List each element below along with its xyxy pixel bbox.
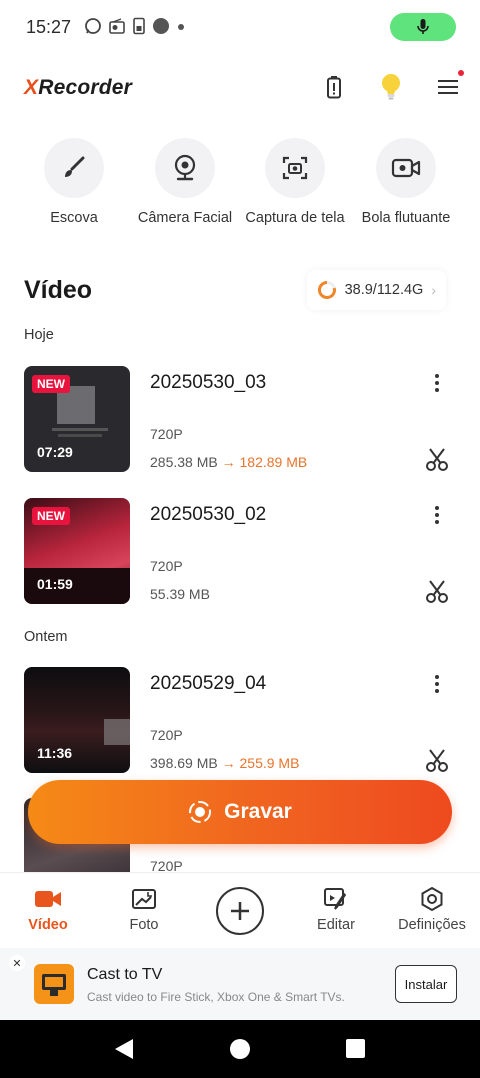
video-name: 20250530_02 (150, 504, 267, 525)
video-duration: 07:29 (37, 444, 73, 460)
edit-icon (324, 888, 347, 910)
battery-optimize-button[interactable] (320, 72, 348, 102)
new-badge: NEW (32, 375, 70, 393)
video-item[interactable]: NEW 07:29 20250530_03 720P 285.38 MB → 1… (0, 366, 480, 472)
storage-ring-icon (317, 280, 336, 299)
nav-edit[interactable]: Editar (288, 885, 384, 933)
status-icons (84, 17, 186, 35)
tool-brush[interactable]: Escova (14, 138, 134, 226)
battery-alert-icon (327, 76, 341, 99)
tool-label: Câmera Facial (137, 210, 233, 226)
scissors-icon[interactable] (424, 446, 450, 472)
storage-text: 38.9/112.4G (344, 282, 424, 298)
menu-button[interactable] (434, 70, 464, 102)
floating-ball-icon (391, 158, 421, 178)
settings-icon (421, 886, 443, 912)
lightbulb-icon (382, 74, 400, 100)
video-name: 20250530_03 (150, 372, 267, 393)
plus-icon (231, 902, 249, 920)
video-camera-icon (35, 891, 61, 907)
video-duration: 11:36 (37, 745, 73, 761)
scissors-icon[interactable] (424, 578, 450, 604)
microphone-icon (417, 19, 429, 34)
app-logo: XRecorder (24, 76, 133, 99)
home-icon[interactable] (229, 1038, 251, 1060)
video-duration: 01:59 (37, 576, 73, 592)
storage-indicator[interactable]: 38.9/112.4G › (306, 270, 446, 310)
hamburger-menu-icon (438, 80, 458, 94)
tool-floating-ball[interactable]: Bola flutuante (346, 138, 466, 226)
nav-settings[interactable]: Definições (384, 885, 480, 933)
circle-icon (153, 18, 169, 34)
record-label: Gravar (224, 800, 292, 823)
tips-button[interactable] (377, 72, 405, 102)
webcam-icon (174, 154, 196, 181)
video-size: 55.39 MB (150, 586, 210, 602)
arrow-icon: → (221, 454, 236, 470)
new-badge: NEW (32, 507, 70, 525)
video-resolution: 720P (150, 558, 183, 574)
video-size: 398.69 MB → 255.9 MB (150, 755, 300, 771)
radio-icon (109, 18, 125, 34)
video-thumbnail[interactable]: 11:36 (24, 667, 130, 773)
video-size: 285.38 MB → 182.89 MB (150, 454, 308, 470)
ad-close-button[interactable]: ✕ (9, 955, 25, 971)
nav-label: Definições (398, 917, 466, 933)
arrow-icon: → (221, 755, 236, 771)
quick-tools: Escova Câmera Facial Captura de tela Bol… (0, 138, 480, 238)
nav-photo[interactable]: Foto (96, 885, 192, 933)
ad-description: Cast video to Fire Stick, Xbox One & Sma… (87, 990, 345, 1004)
app-bar: XRecorder (0, 62, 480, 112)
video-name: 20250529_04 (150, 673, 267, 694)
ad-install-button[interactable]: Instalar (395, 965, 457, 1003)
tool-face-camera[interactable]: Câmera Facial (125, 138, 245, 226)
more-options-button[interactable] (428, 673, 446, 695)
bottom-nav: Vídeo Foto Editar Definições (0, 872, 480, 948)
status-time: 15:27 (26, 17, 72, 37)
tool-label: Escova (50, 210, 98, 226)
back-icon[interactable] (112, 1038, 136, 1060)
sim-icon (133, 17, 145, 35)
screenshot-icon (282, 156, 308, 180)
add-button[interactable] (216, 887, 264, 935)
record-button[interactable]: Gravar (28, 780, 452, 844)
photo-icon (132, 889, 156, 909)
mic-indicator[interactable] (390, 13, 456, 41)
record-icon (189, 801, 212, 823)
ad-app-icon (34, 964, 74, 1004)
tool-screenshot[interactable]: Captura de tela (235, 138, 355, 226)
video-item[interactable]: 11:36 20250529_04 720P 398.69 MB → 255.9… (0, 667, 480, 773)
section-title: Vídeo (24, 276, 93, 304)
video-resolution: 720P (150, 727, 183, 743)
video-resolution: 720P (150, 858, 183, 872)
nav-label: Vídeo (28, 917, 68, 933)
scissors-icon[interactable] (424, 747, 450, 773)
cast-tv-icon (42, 974, 66, 996)
nav-label: Foto (129, 917, 159, 933)
video-thumbnail[interactable]: NEW 07:29 (24, 366, 130, 472)
whatsapp-icon (85, 18, 101, 34)
ad-banner[interactable]: ✕ Cast to TV Cast video to Fire Stick, X… (0, 948, 480, 1020)
group-label-today: Hoje (24, 327, 54, 343)
compressed-size: 182.89 MB (239, 454, 308, 470)
video-item[interactable]: NEW 01:59 20250530_02 720P 55.39 MB (0, 498, 480, 604)
video-thumbnail[interactable]: NEW 01:59 (24, 498, 130, 604)
nav-video[interactable]: Vídeo (0, 885, 96, 933)
brush-icon (65, 156, 85, 177)
dot-icon (178, 24, 184, 30)
tool-label: Bola flutuante (361, 210, 451, 226)
status-bar: 15:27 (0, 0, 480, 56)
recents-icon[interactable] (346, 1039, 365, 1058)
notification-dot (458, 70, 464, 76)
chevron-right-icon: › (431, 282, 436, 298)
more-options-button[interactable] (428, 372, 446, 394)
system-nav-bar (0, 1020, 480, 1078)
ad-title: Cast to TV (87, 966, 163, 983)
more-options-button[interactable] (428, 504, 446, 526)
nav-label: Editar (317, 917, 355, 933)
group-label-yesterday: Ontem (24, 629, 68, 645)
tool-label: Captura de tela (245, 210, 345, 226)
video-resolution: 720P (150, 426, 183, 442)
compressed-size: 255.9 MB (239, 755, 300, 771)
